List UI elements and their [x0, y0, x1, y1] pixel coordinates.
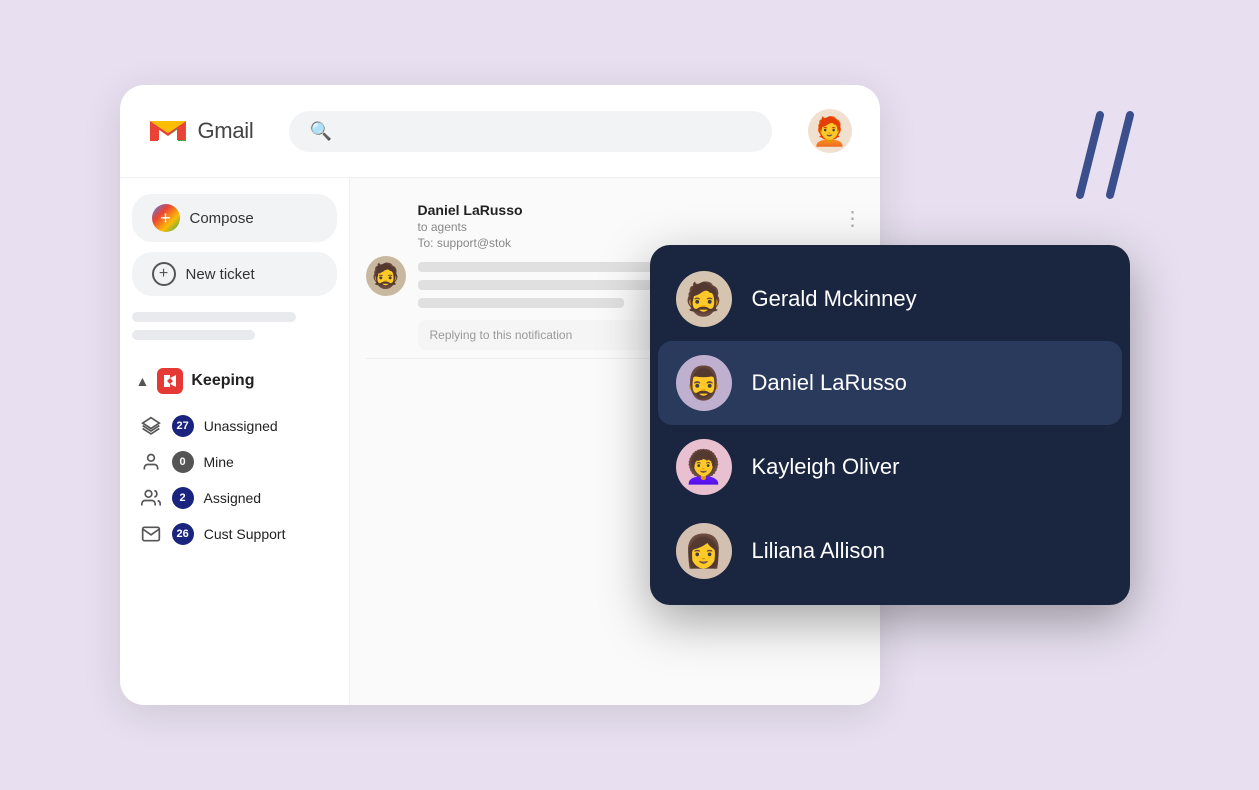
compose-label: Compose: [190, 210, 254, 227]
decorative-slashes: [1070, 105, 1150, 210]
scene: Gmail 🔍 🧑‍🦰 + Compose + New ticket: [80, 45, 1180, 745]
gmail-m-icon: [148, 115, 188, 147]
person-icon: [140, 451, 162, 473]
gmail-sidebar: + Compose + New ticket ▲: [120, 178, 350, 705]
cust-support-label: Cust Support: [204, 526, 286, 542]
sender-avatar: 🧔: [366, 256, 406, 296]
keeping-header: ▲ Keeping: [136, 368, 333, 394]
dropdown-item-kayleigh[interactable]: 👩‍🦱 Kayleigh Oliver: [658, 425, 1122, 509]
new-ticket-button[interactable]: + New ticket: [132, 252, 337, 296]
dropdown-item-daniel[interactable]: 🧔‍♂️ Daniel LaRusso: [658, 341, 1122, 425]
skeleton-line-1: [132, 312, 296, 322]
gerald-avatar: 🧔: [676, 271, 732, 327]
gerald-name: Gerald Mckinney: [752, 286, 917, 312]
daniel-emoji: 🧔‍♂️: [684, 367, 724, 399]
keeping-logo-icon: [161, 372, 179, 390]
keeping-chevron-icon: ▲: [136, 373, 150, 389]
user-avatar[interactable]: 🧑‍🦰: [808, 109, 852, 153]
compose-button[interactable]: + Compose: [132, 194, 337, 242]
sidebar-item-cust-support[interactable]: 26 Cust Support: [136, 516, 333, 552]
keeping-label-text: Keeping: [191, 372, 254, 390]
body-line-3: [418, 298, 625, 308]
avatar-emoji: 🧑‍🦰: [812, 115, 847, 148]
mine-badge: 0: [172, 451, 194, 473]
layers-icon: [140, 415, 162, 437]
search-icon: 🔍: [309, 121, 331, 142]
sender-emoji: 🧔: [371, 262, 401, 291]
sidebar-item-mine[interactable]: 0 Mine: [136, 444, 333, 480]
liliana-avatar: 👩: [676, 523, 732, 579]
gmail-search-bar[interactable]: 🔍: [289, 111, 771, 152]
liliana-name: Liliana Allison: [752, 538, 885, 564]
assigned-badge: 2: [172, 487, 194, 509]
keeping-section: ▲ Keeping: [132, 360, 337, 560]
compose-plus-icon: +: [152, 204, 180, 232]
agent-dropdown: 🧔 Gerald Mckinney 🧔‍♂️ Daniel LaRusso 👩‍…: [650, 245, 1130, 605]
sidebar-item-unassigned[interactable]: 27 Unassigned: [136, 408, 333, 444]
gmail-logo: Gmail: [148, 115, 254, 147]
skeleton-line-2: [132, 330, 255, 340]
dropdown-item-liliana[interactable]: 👩 Liliana Allison: [658, 509, 1122, 593]
gmail-header: Gmail 🔍 🧑‍🦰: [120, 85, 880, 178]
sidebar-item-assigned[interactable]: 2 Assigned: [136, 480, 333, 516]
daniel-avatar: 🧔‍♂️: [676, 355, 732, 411]
mine-label: Mine: [204, 454, 234, 470]
skeleton-placeholder: [132, 312, 337, 340]
gmail-title-text: Gmail: [198, 118, 254, 144]
email-to: to agents: [418, 220, 831, 234]
kayleigh-avatar: 👩‍🦱: [676, 439, 732, 495]
new-ticket-label: New ticket: [186, 266, 255, 283]
unassigned-badge: 27: [172, 415, 194, 437]
more-options-icon[interactable]: ⋮: [843, 206, 864, 231]
email-from: Daniel LaRusso: [418, 202, 831, 218]
gerald-emoji: 🧔: [684, 283, 724, 315]
cust-support-badge: 26: [172, 523, 194, 545]
people-icon: [140, 487, 162, 509]
unassigned-label: Unassigned: [204, 418, 278, 434]
assigned-label: Assigned: [204, 490, 262, 506]
kayleigh-emoji: 👩‍🦱: [684, 451, 724, 483]
liliana-emoji: 👩: [684, 535, 724, 567]
replying-text: Replying to this notification: [430, 328, 573, 342]
dropdown-item-gerald[interactable]: 🧔 Gerald Mckinney: [658, 257, 1122, 341]
new-ticket-circle-icon: +: [152, 262, 176, 286]
daniel-name: Daniel LaRusso: [752, 370, 907, 396]
keeping-logo: [157, 368, 183, 394]
kayleigh-name: Kayleigh Oliver: [752, 454, 900, 480]
mail-icon: [140, 523, 162, 545]
